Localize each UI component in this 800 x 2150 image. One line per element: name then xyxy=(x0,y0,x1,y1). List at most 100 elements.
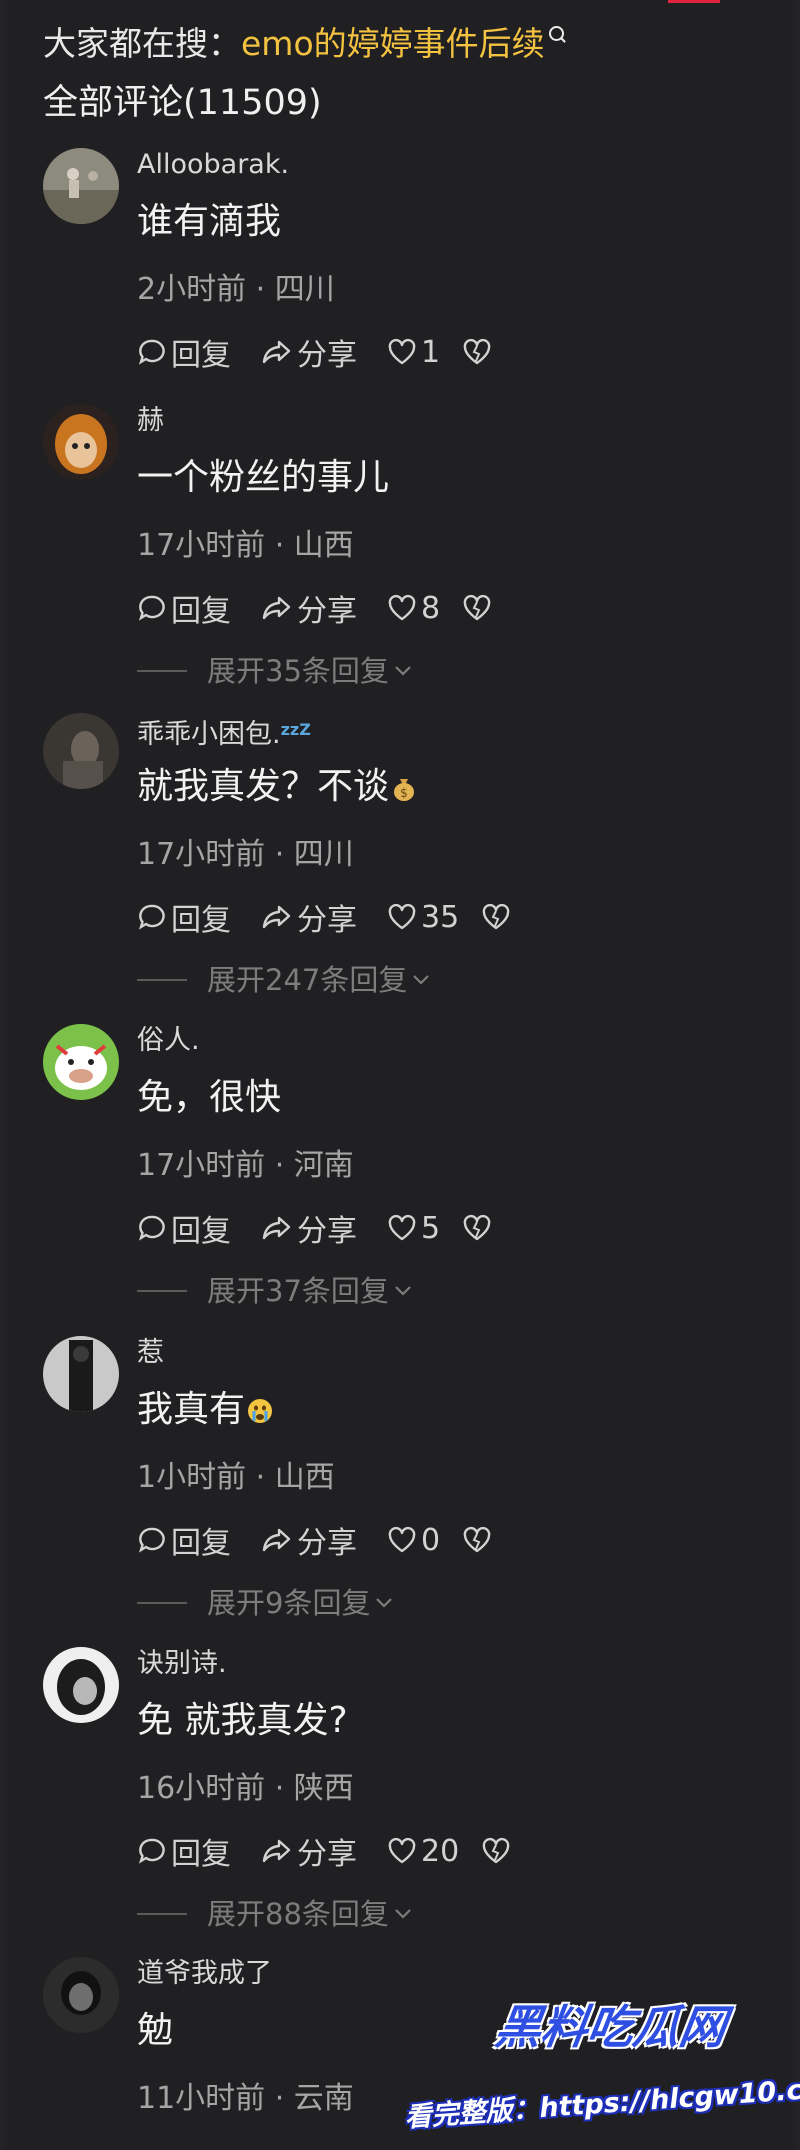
comment-meta: 11小时前 · 云南 xyxy=(137,2081,354,2116)
money-bag-emoji: $ xyxy=(394,779,415,801)
expand-replies[interactable]: 展开247条回复 xyxy=(137,961,431,999)
share-label: 分享 xyxy=(297,903,357,938)
like-button[interactable]: 8 xyxy=(387,591,440,626)
dislike-button[interactable] xyxy=(462,1526,496,1554)
chevron-down-icon xyxy=(395,666,411,676)
crying-face-emoji xyxy=(248,1399,273,1423)
reply-label: 回复 xyxy=(171,1526,231,1561)
reply-button[interactable]: 回复 xyxy=(137,1829,231,1873)
reply-label: 回复 xyxy=(171,594,231,629)
like-button[interactable]: 20 xyxy=(387,1834,459,1869)
reply-label: 回复 xyxy=(171,1837,231,1872)
divider xyxy=(137,1602,187,1604)
divider xyxy=(137,1290,187,1292)
avatar[interactable] xyxy=(43,713,119,789)
divider xyxy=(137,670,187,672)
dislike-button[interactable] xyxy=(481,1837,515,1865)
expand-replies[interactable]: 展开35条回复 xyxy=(137,652,413,690)
dislike-button[interactable] xyxy=(462,1214,496,1242)
search-suggestion[interactable]: 大家都在搜：emo的婷婷事件后续 xyxy=(43,22,564,66)
avatar[interactable] xyxy=(43,148,119,224)
expand-replies-label: 展开247条回复 xyxy=(207,963,408,997)
comment-text-body: 就我真发？不谈 xyxy=(137,766,390,807)
comment-actions: 回复 分享 8 xyxy=(137,586,496,630)
expand-replies[interactable]: 展开9条回复 xyxy=(137,1584,394,1622)
expand-replies[interactable]: 展开37条回复 xyxy=(137,1272,413,1310)
broken-heart-icon xyxy=(482,1837,510,1864)
comment-actions: 回复 分享 20 xyxy=(137,1829,515,1873)
like-count: 20 xyxy=(421,1833,460,1869)
reply-button[interactable]: 回复 xyxy=(137,895,231,939)
username[interactable]: 乖乖小困包.zzZ xyxy=(137,713,311,752)
heart-icon xyxy=(388,903,416,930)
share-label: 分享 xyxy=(297,594,357,629)
share-button[interactable]: 分享 xyxy=(261,1829,357,1873)
reply-button[interactable]: 回复 xyxy=(137,330,231,374)
broken-heart-icon xyxy=(463,1214,491,1241)
reply-button[interactable]: 回复 xyxy=(137,1206,231,1250)
reply-button[interactable]: 回复 xyxy=(137,586,231,630)
heart-icon xyxy=(388,1214,416,1241)
heart-icon xyxy=(388,594,416,621)
comment-actions: 回复 分享 0 xyxy=(137,1518,496,1562)
username[interactable]: Alloobarak. xyxy=(137,148,289,182)
username[interactable]: 道爷我成了 xyxy=(137,1957,272,1991)
search-suggestion-keyword[interactable]: emo的婷婷事件后续 xyxy=(241,24,545,63)
divider xyxy=(137,1913,187,1915)
comment-item: 惹 我真有 1小时前 · 山西 回复 分享 0 展开9条回复 xyxy=(0,1336,800,1646)
like-button[interactable]: 1 xyxy=(387,335,440,370)
reply-label: 回复 xyxy=(171,1214,231,1249)
share-icon xyxy=(262,340,291,364)
avatar[interactable] xyxy=(43,1957,119,2033)
avatar[interactable] xyxy=(43,1647,119,1723)
username[interactable]: 俗人. xyxy=(137,1024,200,1058)
comment-actions: 回复 分享 5 xyxy=(137,1206,496,1250)
comment-item: 诀别诗. 免 就我真发? 16小时前 · 陕西 回复 分享 20 展开88条回复 xyxy=(0,1647,800,1957)
expand-replies-label: 展开37条回复 xyxy=(207,1274,389,1308)
like-button[interactable]: 35 xyxy=(387,900,459,935)
svg-text:$: $ xyxy=(400,786,408,800)
expand-replies-label: 展开35条回复 xyxy=(207,654,389,688)
expand-replies-label: 展开88条回复 xyxy=(207,1897,389,1931)
expand-replies-label: 展开9条回复 xyxy=(207,1586,371,1620)
share-button[interactable]: 分享 xyxy=(261,1206,357,1250)
chevron-down-icon xyxy=(413,975,430,985)
avatar[interactable] xyxy=(43,1024,119,1100)
top-accent-bar xyxy=(668,0,720,3)
comments-page: 大家都在搜：emo的婷婷事件后续 全部评论(11509) Alloobarak.… xyxy=(0,0,800,2150)
chevron-down-icon xyxy=(376,1598,393,1608)
username[interactable]: 诀别诗. xyxy=(137,1647,227,1681)
share-button[interactable]: 分享 xyxy=(261,586,357,630)
dislike-button[interactable] xyxy=(462,338,496,366)
comment-text: 勉 xyxy=(137,2010,174,2051)
expand-replies[interactable]: 展开88条回复 xyxy=(137,1895,413,1933)
username[interactable]: 赫 xyxy=(137,404,164,438)
heart-icon xyxy=(388,1837,416,1864)
comment-text: 我真有 xyxy=(137,1386,275,1434)
comment-text-body: 我真有 xyxy=(137,1389,246,1430)
reply-icon xyxy=(138,904,165,930)
sleep-zzz-icon: zzZ xyxy=(280,720,311,739)
comment-text: 免，很快 xyxy=(137,1077,282,1118)
heart-icon xyxy=(388,338,416,365)
broken-heart-icon xyxy=(482,903,510,930)
chevron-down-icon xyxy=(395,1286,411,1296)
dislike-button[interactable] xyxy=(462,594,496,622)
share-button[interactable]: 分享 xyxy=(261,330,357,374)
comment-meta: 17小时前 · 河南 xyxy=(137,1148,354,1183)
dislike-button[interactable] xyxy=(481,903,515,931)
chevron-down-icon xyxy=(395,1909,411,1919)
comment-meta: 16小时前 · 陕西 xyxy=(137,1771,354,1806)
like-button[interactable]: 0 xyxy=(387,1523,440,1558)
username[interactable]: 惹 xyxy=(137,1336,164,1370)
broken-heart-icon xyxy=(463,1526,491,1553)
share-button[interactable]: 分享 xyxy=(261,1518,357,1562)
avatar[interactable] xyxy=(43,404,119,480)
reply-button[interactable]: 回复 xyxy=(137,1518,231,1562)
like-button[interactable]: 5 xyxy=(387,1211,440,1246)
like-count: 8 xyxy=(421,590,441,626)
reply-icon xyxy=(138,339,165,365)
share-button[interactable]: 分享 xyxy=(261,895,357,939)
like-count: 35 xyxy=(421,899,460,935)
avatar[interactable] xyxy=(43,1336,119,1412)
